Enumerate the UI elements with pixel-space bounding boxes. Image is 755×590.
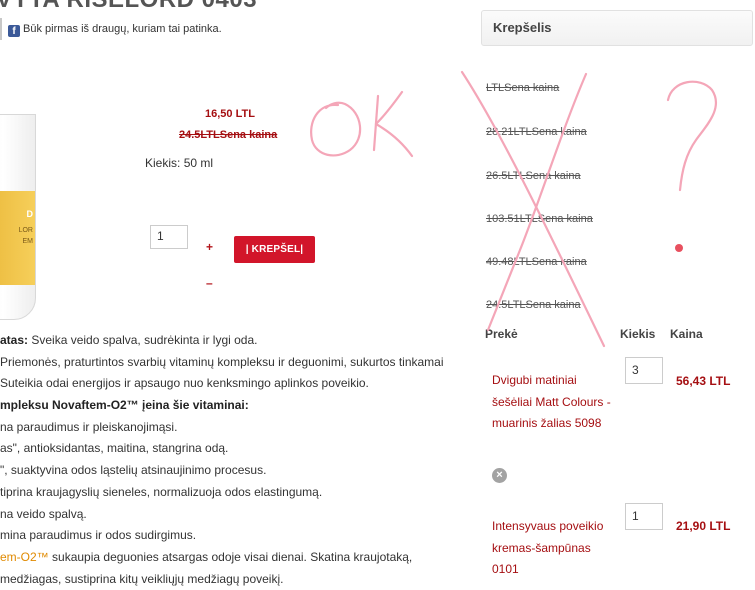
facebook-like[interactable]: f Būk pirmas iš draugų, kuriam tai patink… bbox=[8, 23, 222, 37]
facebook-icon[interactable]: f bbox=[8, 25, 20, 37]
add-to-cart-button[interactable]: | KREPŠEL| bbox=[234, 236, 315, 263]
description-line: na paraudimus ir pleiskanojimąsi. bbox=[0, 419, 178, 434]
description-line: Suteikia odai energijos ir apsaugo nuo k… bbox=[0, 376, 369, 391]
ok-letter-k bbox=[372, 94, 380, 152]
product-image-label: EM bbox=[22, 238, 34, 245]
sale-price: 28.21LTLSena kaina bbox=[486, 126, 587, 138]
product-description: atas: Sveika veido spalva, sudrėkinta ir… bbox=[0, 330, 470, 590]
facebook-like-label: Būk pirmas iš draugų, kuriam tai patinka… bbox=[23, 23, 222, 35]
decrease-quantity-button[interactable]: – bbox=[206, 276, 213, 290]
remove-item-icon[interactable]: × bbox=[492, 468, 507, 483]
divider bbox=[0, 18, 2, 40]
cart-item-link[interactable]: Dvigubi matiniai šešėliai Matt Colours -… bbox=[492, 370, 614, 435]
cart-item-link[interactable]: Intensyvaus poveikio kremas-šampūnas 010… bbox=[492, 516, 614, 581]
volume-label: Kiekis: bbox=[145, 156, 181, 170]
description-line: as", antioksidantas, maitina, stangrina … bbox=[0, 441, 229, 456]
description-line: medžiagas, sustiprina kitų veikliųjų med… bbox=[0, 571, 284, 586]
question-mark-dot bbox=[675, 244, 683, 252]
sale-price: 26.5LTLSena kaina bbox=[486, 170, 581, 182]
description-line: tiprina kraujagyslių sieneles, normalizu… bbox=[0, 484, 323, 499]
old-price: 24.5LTLSena kaina bbox=[179, 129, 278, 141]
product-title: VYTA RISELORD 0403 bbox=[0, 0, 257, 14]
description-line: atas: Sveika veido spalva, sudrėkinta ir… bbox=[0, 333, 258, 347]
increase-quantity-button[interactable]: + bbox=[206, 240, 213, 254]
column-header-price: Kaina bbox=[670, 327, 703, 341]
product-image-label: D bbox=[26, 209, 34, 219]
cross-mark bbox=[486, 72, 588, 332]
description-line: em-O2™ sukaupia deguonies atsargas odoje… bbox=[0, 549, 413, 564]
description-line: na veido spalvą. bbox=[0, 506, 87, 521]
cart-item-quantity-input[interactable]: 3 bbox=[625, 357, 663, 384]
cart-item-quantity-input[interactable]: 1 bbox=[625, 503, 663, 530]
sale-price: LTLSena kaina bbox=[486, 82, 560, 94]
column-header-quantity: Kiekis bbox=[620, 327, 656, 341]
description-line: mpleksu Novaftem-O2™ įeina šie vitaminai… bbox=[0, 398, 249, 413]
product-image-label: LOR bbox=[18, 227, 33, 234]
quantity-input[interactable]: 1 bbox=[150, 225, 188, 249]
volume-info: Kiekis: 50 ml bbox=[145, 156, 213, 170]
column-header-product: Prekė bbox=[485, 327, 518, 341]
current-price: 16,50 LTL bbox=[205, 108, 255, 120]
volume-value: 50 ml bbox=[183, 156, 214, 170]
cart-item-price: 21,90 LTL bbox=[676, 519, 731, 533]
product-image: D LOR EM bbox=[0, 114, 36, 320]
description-line: Priemonės, praturtintos svarbių vitaminų… bbox=[0, 354, 444, 369]
sale-price: 103.51LTLSena kaina bbox=[486, 213, 593, 225]
sale-price: 24.5LTLSena kaina bbox=[486, 299, 581, 311]
sale-price: 49.48LTLSena kaina bbox=[486, 256, 587, 268]
description-line: ", suaktyvina odos ląstelių atsinaujinim… bbox=[0, 463, 267, 478]
cart-title: Krepšelis bbox=[493, 20, 552, 35]
cart-item-price: 56,43 LTL bbox=[676, 374, 731, 388]
description-line: mina paraudimus ir odos sudirgimus. bbox=[0, 528, 197, 543]
ok-letter-o bbox=[310, 101, 362, 157]
question-mark bbox=[666, 80, 718, 192]
ok-letter-k bbox=[374, 90, 414, 158]
product-image-band: D LOR EM bbox=[0, 191, 35, 285]
